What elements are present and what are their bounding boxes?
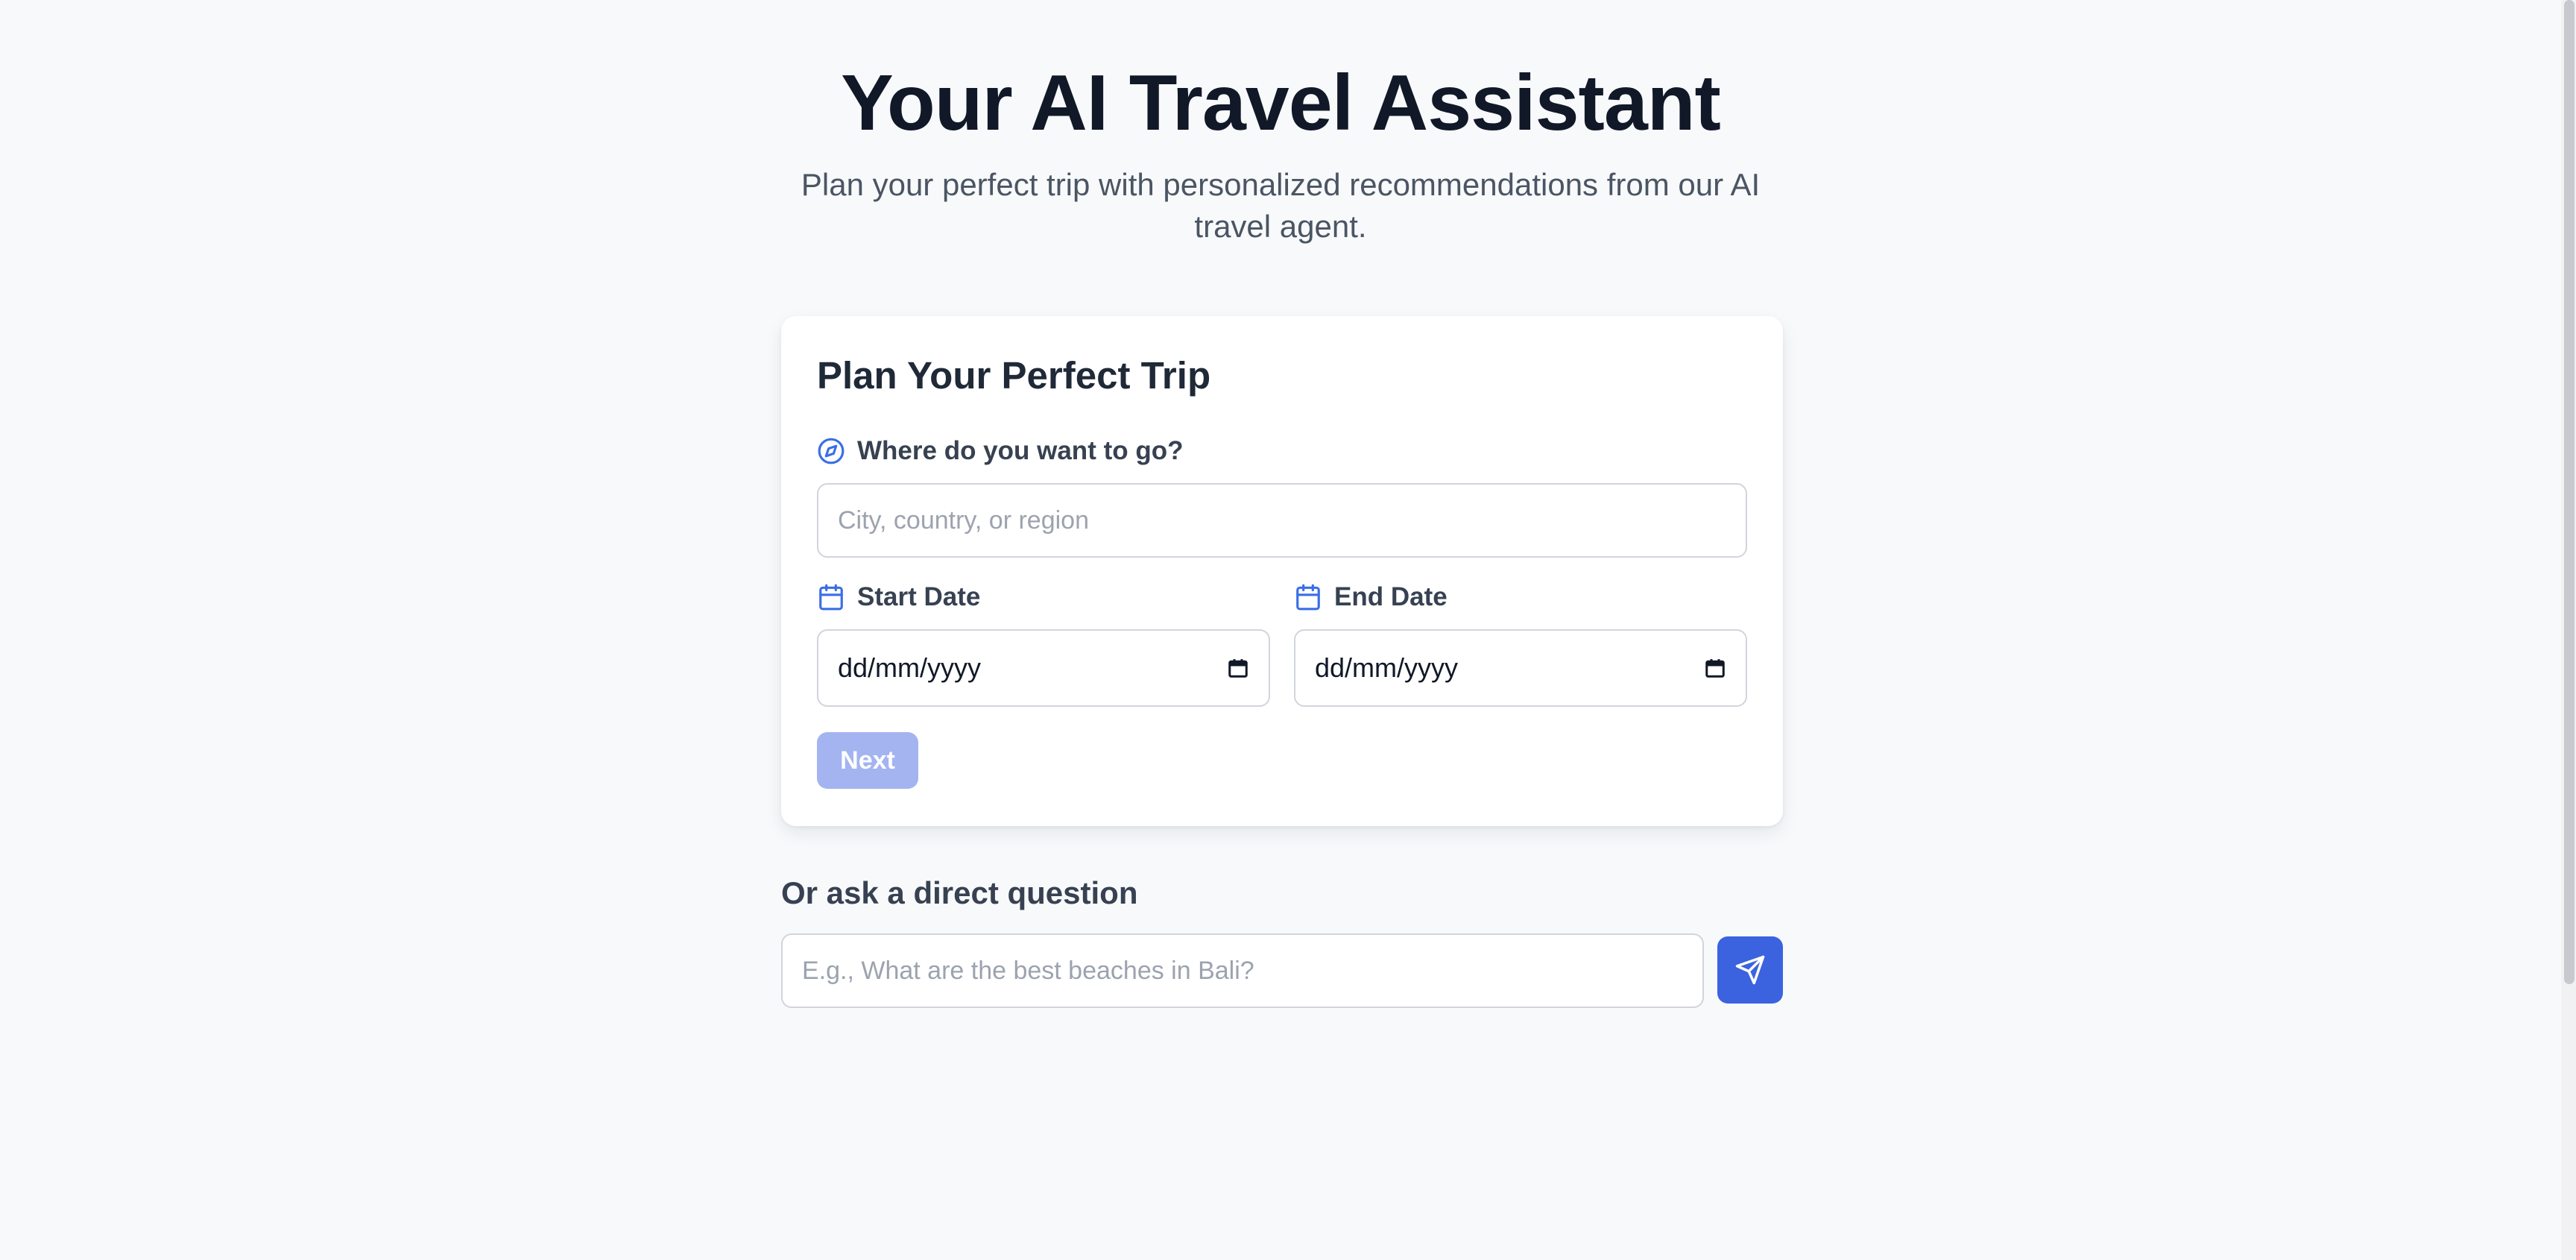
start-date-value: dd/mm/yyyy: [838, 652, 982, 683]
direct-question-title: Or ask a direct question: [781, 875, 1138, 910]
send-button[interactable]: [1717, 936, 1783, 1004]
end-date-value: dd/mm/yyyy: [1315, 652, 1459, 683]
calendar-picker-icon[interactable]: [1704, 657, 1726, 679]
scrollbar-thumb[interactable]: [2564, 0, 2575, 984]
calendar-icon: [1294, 583, 1322, 611]
destination-label-text: Where do you want to go?: [857, 436, 1184, 465]
compass-icon: [817, 437, 845, 465]
end-date-label: End Date: [1294, 582, 1448, 612]
calendar-picker-icon[interactable]: [1227, 657, 1249, 679]
start-date-label-text: Start Date: [857, 582, 981, 611]
start-date-input[interactable]: dd/mm/yyyy: [817, 629, 1270, 707]
trip-planner-card: Plan Your Perfect Trip: [781, 316, 1783, 826]
hero: Your AI Travel Assistant Plan your perfe…: [0, 58, 2561, 248]
end-date-label-text: End Date: [1334, 582, 1448, 611]
start-date-label: Start Date: [817, 582, 980, 612]
page: Your AI Travel Assistant Plan your perfe…: [0, 0, 2576, 1260]
destination-input[interactable]: [817, 483, 1747, 558]
calendar-icon: [817, 583, 845, 611]
direct-question-input[interactable]: [781, 933, 1704, 1008]
page-title: Your AI Travel Assistant: [841, 59, 1721, 147]
page-subtitle: Plan your perfect trip with personalized…: [801, 167, 1761, 244]
end-date-input[interactable]: dd/mm/yyyy: [1294, 629, 1747, 707]
next-button[interactable]: Next: [817, 732, 918, 789]
send-icon: [1734, 954, 1766, 986]
scrollbar[interactable]: [2561, 0, 2576, 1260]
card-title: Plan Your Perfect Trip: [817, 354, 1211, 397]
destination-label: Where do you want to go?: [817, 436, 1183, 466]
